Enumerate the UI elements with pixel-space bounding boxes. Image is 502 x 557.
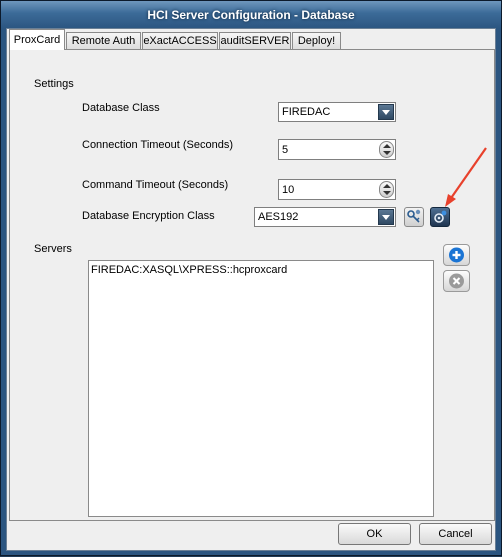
chevron-down-icon[interactable] <box>378 104 394 120</box>
spin-down-icon[interactable] <box>383 191 391 195</box>
proxcard-panel: Settings Database Class FIREDAC Connecti… <box>9 49 495 521</box>
connection-timeout-value: 5 <box>282 144 289 156</box>
spin-buttons[interactable] <box>379 141 394 158</box>
tab-exactaccess[interactable]: eXactACCESS <box>142 32 218 50</box>
tab-remote-auth[interactable]: Remote Auth <box>66 32 141 50</box>
list-item[interactable]: FIREDAC:XASQL\XPRESS::hcproxcard <box>91 264 287 276</box>
tab-strip: ProxCard Remote Auth eXactACCESS auditSE… <box>7 29 495 50</box>
servers-list[interactable]: FIREDAC:XASQL\XPRESS::hcproxcard <box>88 260 434 517</box>
spin-down-icon[interactable] <box>383 151 391 155</box>
plus-circle-icon <box>449 247 464 263</box>
encryption-class-value: AES192 <box>258 211 299 223</box>
encryption-class-select[interactable]: AES192 <box>254 207 396 227</box>
database-class-select[interactable]: FIREDAC <box>278 102 396 122</box>
tab-auditserver[interactable]: auditSERVER <box>219 32 291 50</box>
encryption-class-label: Database Encryption Class <box>82 210 215 222</box>
add-server-button[interactable] <box>443 244 470 266</box>
remove-server-button[interactable] <box>443 270 470 292</box>
database-class-label: Database Class <box>82 102 160 114</box>
command-timeout-spinner[interactable]: 10 <box>278 179 396 200</box>
dialog-client: ProxCard Remote Auth eXactACCESS auditSE… <box>6 28 496 551</box>
chevron-down-icon[interactable] <box>378 209 394 225</box>
ok-button[interactable]: OK <box>338 523 411 545</box>
spin-up-icon[interactable] <box>383 184 391 188</box>
connection-timeout-label: Connection Timeout (Seconds) <box>82 139 234 151</box>
gear-settings-icon[interactable] <box>430 207 450 227</box>
spin-buttons[interactable] <box>379 181 394 198</box>
command-timeout-label: Command Timeout (Seconds) <box>82 179 229 191</box>
servers-label: Servers <box>34 243 72 255</box>
tab-proxcard[interactable]: ProxCard <box>9 29 65 50</box>
window-title: HCI Server Configuration - Database <box>147 8 355 22</box>
settings-heading: Settings <box>34 78 74 90</box>
connection-timeout-spinner[interactable]: 5 <box>278 139 396 160</box>
command-timeout-value: 10 <box>282 184 295 196</box>
key-gear-icon[interactable] <box>404 207 424 227</box>
x-circle-icon <box>449 273 464 289</box>
cancel-button[interactable]: Cancel <box>419 523 492 545</box>
dialog-window: HCI Server Configuration - Database Prox… <box>0 0 502 556</box>
database-class-value: FIREDAC <box>282 106 331 118</box>
tab-deploy[interactable]: Deploy! <box>292 32 341 50</box>
spin-up-icon[interactable] <box>383 144 391 148</box>
